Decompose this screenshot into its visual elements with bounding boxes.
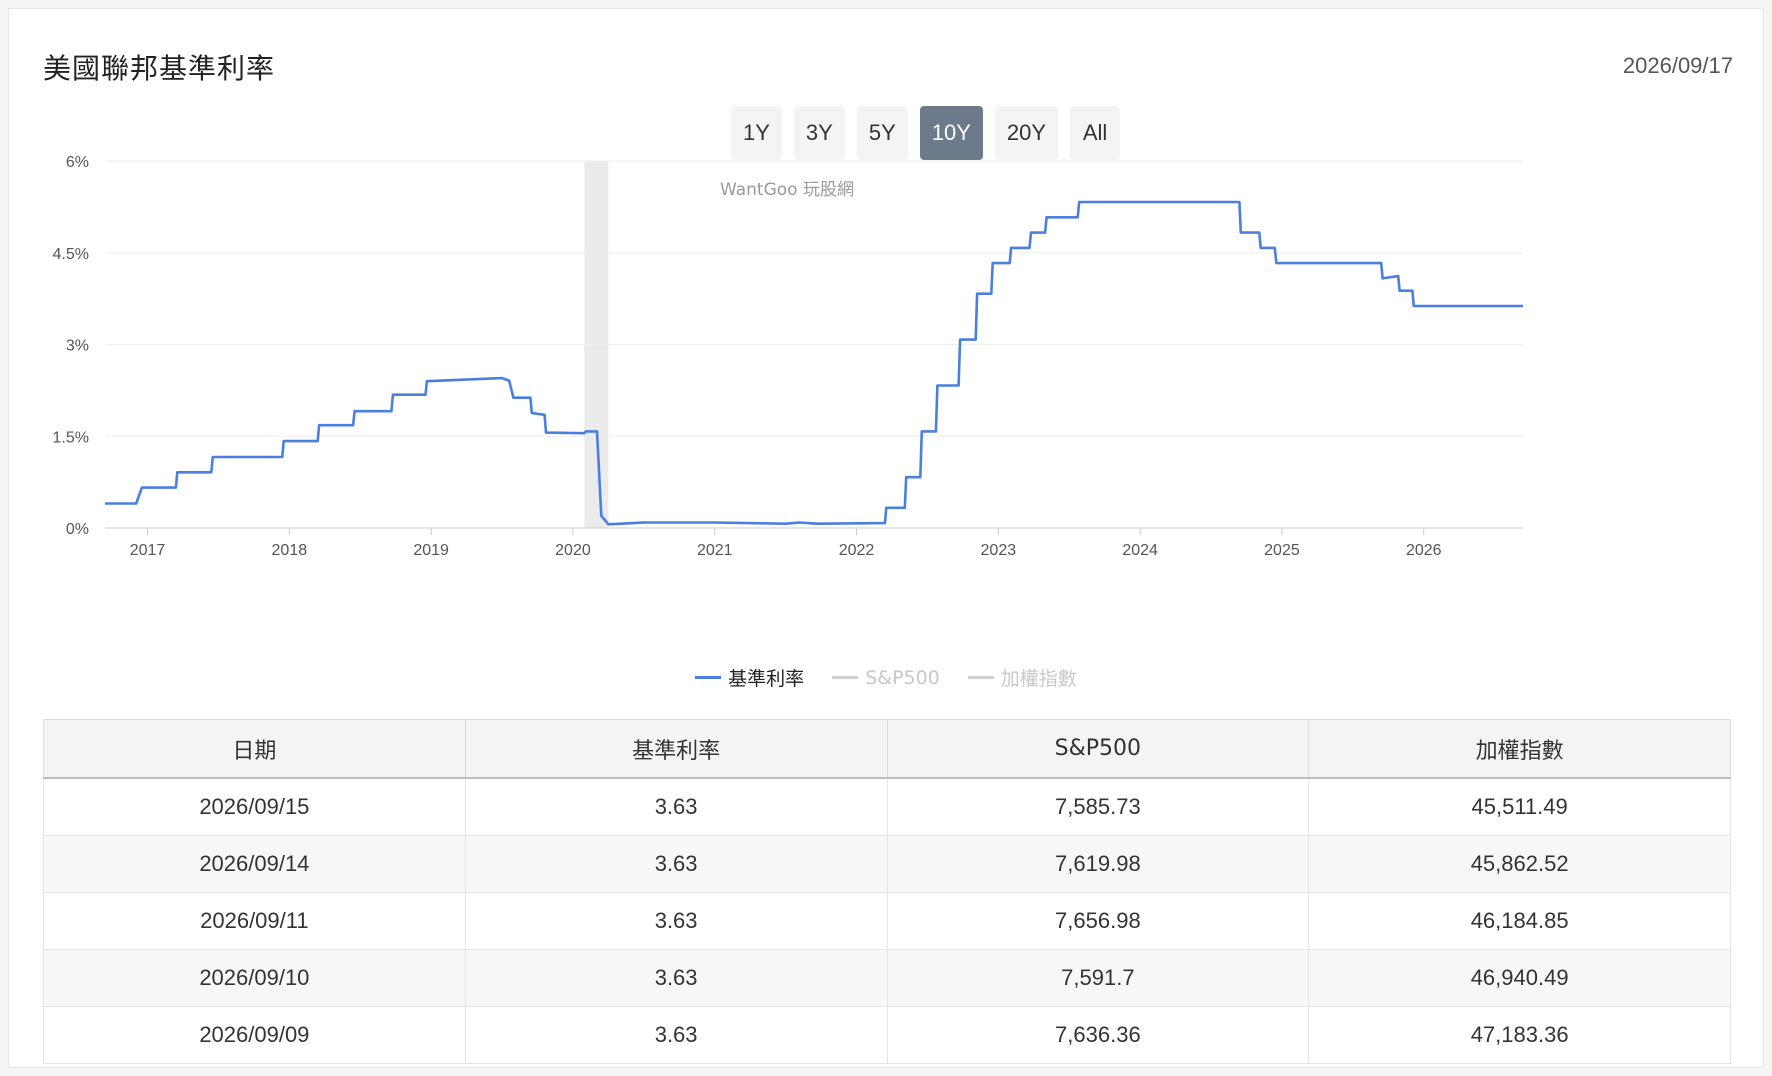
- legend-swatch-sp500: [832, 676, 859, 679]
- column-header-sp500[interactable]: S&P500: [886, 719, 1310, 779]
- cell-sp500: 7,591.7: [886, 949, 1310, 1007]
- legend-label-sp500: S&P500: [865, 666, 940, 689]
- table-row: 2026/09/11 3.63 7,656.98 46,184.85: [43, 892, 1731, 950]
- column-header-rate[interactable]: 基準利率: [464, 719, 888, 779]
- y-tick-label: 4.5%: [53, 246, 89, 263]
- x-tick-label: 2018: [272, 542, 308, 559]
- cell-rate: 3.63: [464, 949, 888, 1007]
- y-tick-label: 3%: [66, 338, 89, 355]
- series-line-rate: [105, 200, 1523, 526]
- watermark-text: WantGoo 玩股網: [720, 180, 854, 200]
- chart-legend: 基準利率 S&P500 加權指數: [9, 664, 1763, 691]
- cell-rate: 3.63: [464, 835, 888, 893]
- y-tick-label: 0%: [66, 521, 89, 538]
- cell-date: 2026/09/11: [43, 892, 466, 950]
- cell-date: 2026/09/15: [43, 777, 466, 836]
- legend-swatch-rate: [695, 676, 722, 679]
- cell-sp500: 7,585.73: [886, 777, 1310, 836]
- legend-label-rate: 基準利率: [728, 668, 805, 690]
- table-row: 2026/09/14 3.63 7,619.98 45,862.52: [43, 835, 1731, 893]
- table-row: 2026/09/15 3.63 7,585.73 45,511.49: [43, 777, 1731, 836]
- cell-date: 2026/09/10: [43, 949, 466, 1007]
- x-tick-label: 2023: [981, 542, 1017, 559]
- data-table: 日期 基準利率 S&P500 加權指數 2026/09/15 3.63 7,58…: [43, 719, 1731, 1064]
- cell-rate: 3.63: [464, 1006, 888, 1064]
- x-tick-label: 2022: [839, 542, 875, 559]
- x-tick-label: 2019: [413, 542, 449, 559]
- legend-item-sp500[interactable]: S&P500: [832, 664, 940, 691]
- x-tick-label: 2020: [555, 542, 591, 559]
- x-tick-label: 2017: [130, 542, 166, 559]
- column-header-taiex[interactable]: 加權指數: [1308, 719, 1731, 779]
- cell-sp500: 7,619.98: [886, 835, 1310, 893]
- cell-taiex: 46,940.49: [1308, 949, 1731, 1007]
- x-tick-label: 2025: [1264, 542, 1300, 559]
- chart-card: 美國聯邦基準利率 2026/09/17 1Y 3Y 5Y 10Y 20Y All…: [8, 8, 1764, 1068]
- cell-rate: 3.63: [464, 777, 888, 836]
- x-tick-label: 2026: [1406, 542, 1442, 559]
- table-row: 2026/09/10 3.63 7,591.7 46,940.49: [43, 949, 1731, 1007]
- legend-swatch-taiex: [967, 676, 994, 679]
- cell-date: 2026/09/09: [43, 1006, 466, 1064]
- rate-chart: 0% 1.5% 3% 4.5% 6% 2017 2018 2019 2020 2021 2022 20…: [53, 154, 1523, 559]
- y-tick-label: 1.5%: [53, 429, 89, 446]
- legend-item-taiex[interactable]: 加權指數: [967, 664, 1077, 691]
- cell-rate: 3.63: [464, 892, 888, 950]
- x-tick-label: 2021: [697, 542, 733, 559]
- column-header-date[interactable]: 日期: [43, 719, 466, 779]
- table-header-row: 日期 基準利率 S&P500 加權指數: [43, 719, 1731, 779]
- cell-taiex: 47,183.36: [1308, 1006, 1731, 1064]
- data-table-container: 日期 基準利率 S&P500 加權指數 2026/09/15 3.63 7,58…: [43, 719, 1731, 1064]
- legend-item-rate[interactable]: 基準利率: [695, 664, 804, 691]
- cell-sp500: 7,656.98: [886, 892, 1310, 950]
- x-tick-label: 2024: [1122, 542, 1158, 559]
- cell-sp500: 7,636.36: [886, 1006, 1310, 1064]
- cell-taiex: 46,184.85: [1308, 892, 1731, 950]
- cell-taiex: 45,511.49: [1308, 777, 1731, 836]
- y-tick-label: 6%: [66, 154, 89, 171]
- cell-taiex: 45,862.52: [1308, 835, 1731, 893]
- cell-date: 2026/09/14: [43, 835, 466, 893]
- legend-label-taiex: 加權指數: [1000, 668, 1077, 690]
- table-row: 2026/09/09 3.63 7,636.36 47,183.36: [43, 1006, 1731, 1064]
